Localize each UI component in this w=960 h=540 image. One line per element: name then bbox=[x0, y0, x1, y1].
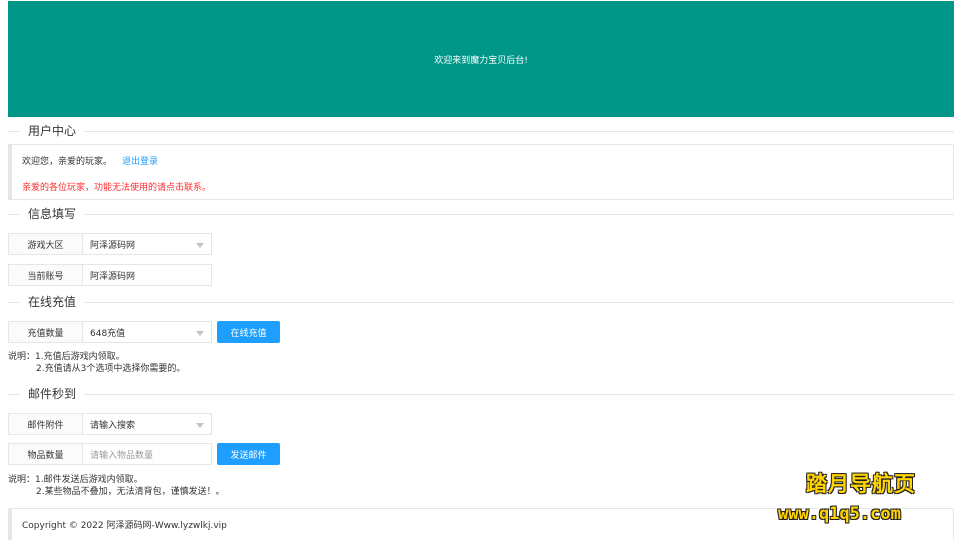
recharge-note-line1: 说明：1.充值后游戏内领取。 bbox=[8, 352, 125, 362]
recharge-amount-value[interactable]: 648充值 bbox=[83, 322, 211, 342]
mail-section-title: 邮件秒到 bbox=[8, 387, 954, 401]
watermark-title: 踏月导航页 bbox=[806, 472, 916, 496]
mail-legend: 邮件秒到 bbox=[20, 387, 85, 401]
section-divider bbox=[8, 131, 954, 132]
mail-attachment-value[interactable]: 请输入搜索 bbox=[83, 414, 211, 434]
recharge-button[interactable]: 在线充值 bbox=[217, 321, 280, 343]
mail-attachment-search-text: 请输入搜索 bbox=[90, 420, 136, 431]
region-label: 游戏大区 bbox=[9, 234, 83, 254]
welcome-text: 欢迎您，亲爱的玩家。 bbox=[22, 157, 113, 167]
mail-note-line1: 说明：1.邮件发送后游戏内领取。 bbox=[8, 475, 143, 485]
info-legend: 信息填写 bbox=[20, 207, 85, 221]
account-label: 当前账号 bbox=[9, 265, 83, 285]
recharge-amount-label: 充值数量 bbox=[9, 322, 83, 342]
item-quantity-field[interactable]: 物品数量 请输入物品数量 bbox=[8, 443, 212, 465]
recharge-note: 说明：1.充值后游戏内领取。 2.充值请从3个选项中选择你需要的。 bbox=[8, 351, 185, 375]
banner-text: 欢迎来到魔力宝贝后台! bbox=[434, 55, 528, 66]
user-center-legend: 用户中心 bbox=[20, 124, 85, 138]
welcome-row: 欢迎您，亲爱的玩家。 退出登录 bbox=[22, 154, 158, 167]
watermark-url: www.q1q5.com bbox=[778, 504, 901, 524]
mail-attachment-select[interactable]: 邮件附件 请输入搜索 bbox=[8, 413, 212, 435]
item-quantity-label: 物品数量 bbox=[9, 444, 83, 464]
section-divider bbox=[8, 394, 954, 395]
region-select[interactable]: 游戏大区 阿泽源码网 bbox=[8, 233, 212, 255]
item-quantity-input[interactable]: 请输入物品数量 bbox=[83, 444, 211, 464]
recharge-amount-select[interactable]: 充值数量 648充值 bbox=[8, 321, 212, 343]
user-center-section-title: 用户中心 bbox=[8, 124, 954, 138]
chevron-down-icon bbox=[196, 423, 204, 428]
region-selected-text: 阿泽源码网 bbox=[90, 240, 136, 251]
chevron-down-icon bbox=[196, 331, 204, 336]
chevron-down-icon bbox=[196, 243, 204, 248]
recharge-section-title: 在线充值 bbox=[8, 295, 954, 309]
recharge-note-line2: 2.充值请从3个选项中选择你需要的。 bbox=[36, 364, 186, 374]
mail-note: 说明：1.邮件发送后游戏内领取。 2.某些物品不叠加，无法清背包，谨慎发送！。 bbox=[8, 474, 225, 498]
account-field[interactable]: 当前账号 阿泽源码网 bbox=[8, 264, 212, 286]
send-mail-button[interactable]: 发送邮件 bbox=[217, 443, 280, 465]
welcome-banner: 欢迎来到魔力宝贝后台! bbox=[8, 1, 954, 117]
recharge-selected-text: 648充值 bbox=[90, 328, 126, 339]
recharge-legend: 在线充值 bbox=[20, 295, 85, 309]
section-divider bbox=[8, 302, 954, 303]
region-value[interactable]: 阿泽源码网 bbox=[83, 234, 211, 254]
logout-link[interactable]: 退出登录 bbox=[122, 157, 158, 167]
copyright-text: Copyright © 2022 阿泽源码网-Www.lyzwlkj.vip bbox=[22, 521, 227, 531]
user-notice-box: 欢迎您，亲爱的玩家。 退出登录 亲爱的各位玩家，功能无法使用的请点击联系。 bbox=[8, 144, 954, 200]
warning-text[interactable]: 亲爱的各位玩家，功能无法使用的请点击联系。 bbox=[22, 180, 211, 193]
mail-note-line2: 2.某些物品不叠加，无法清背包，谨慎发送！。 bbox=[36, 487, 225, 497]
section-divider bbox=[8, 214, 954, 215]
info-section-title: 信息填写 bbox=[8, 207, 954, 221]
account-value[interactable]: 阿泽源码网 bbox=[83, 265, 211, 285]
mail-attachment-label: 邮件附件 bbox=[9, 414, 83, 434]
site-watermark: 踏月导航页 www.q1q5.com bbox=[776, 466, 946, 528]
